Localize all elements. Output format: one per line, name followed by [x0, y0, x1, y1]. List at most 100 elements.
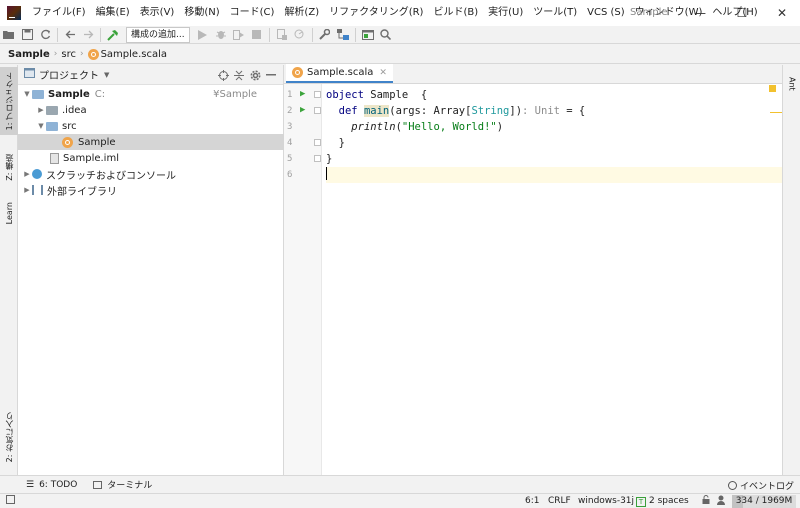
tool-tab-project[interactable]: 1: プロジェクト [0, 67, 18, 135]
memory-indicator[interactable]: 334 / 1969M [732, 495, 796, 508]
tree-item-project-root[interactable]: ▼ Sample C: ¥Sample [18, 86, 284, 102]
tool-tab-favorites[interactable]: 2: お気に入り [0, 405, 18, 469]
tree-item-idea[interactable]: ▶ .idea [18, 102, 284, 118]
menu-vcs[interactable]: VCS (S) [582, 0, 630, 26]
tree-item-label: スクラッチおよびコンソール [46, 170, 176, 182]
menu-run[interactable]: 実行(U) [483, 0, 528, 26]
project-view-title[interactable]: プロジェクト [39, 67, 99, 82]
tool-tab-event-log[interactable]: イベントログ [727, 479, 794, 492]
lock-icon[interactable] [702, 495, 710, 508]
caret-position[interactable]: 6:1 [525, 495, 539, 508]
menu-file[interactable]: ファイル(F) [27, 0, 91, 26]
chevron-right-icon[interactable]: ▶ [22, 170, 32, 178]
breadcrumb-project[interactable]: Sample [8, 49, 50, 60]
forward-arrow-icon[interactable] [79, 26, 97, 44]
search-icon[interactable] [377, 26, 395, 44]
menu-navigate[interactable]: 移動(N) [179, 0, 224, 26]
line-separator[interactable]: CRLF [548, 495, 571, 508]
tool-tab-terminal[interactable]: ターミナル [93, 478, 152, 491]
save-all-icon[interactable] [18, 26, 36, 44]
file-encoding[interactable]: windows-31j [578, 495, 634, 508]
menu-edit[interactable]: 編集(E) [91, 0, 135, 26]
toolbar-separator [57, 27, 58, 42]
back-arrow-icon[interactable] [61, 26, 79, 44]
main-toolbar: 構成の追加... [0, 26, 800, 44]
line-number: 2 [287, 106, 293, 116]
chevron-right-icon: › [79, 49, 84, 59]
chevron-down-icon[interactable]: ▼ [22, 90, 32, 98]
coverage-icon[interactable] [230, 26, 248, 44]
tool-tab-learn[interactable]: Learn [0, 195, 18, 231]
profiler-icon[interactable] [291, 26, 309, 44]
line-number: 6 [287, 170, 293, 180]
project-panel-actions [215, 67, 279, 83]
locate-file-icon[interactable] [215, 67, 231, 83]
menu-tools[interactable]: ツール(T) [528, 0, 582, 26]
tool-tab-todo[interactable]: ☰ 6: TODO [26, 480, 77, 490]
tool-tab-structure[interactable]: Z: 構造 [0, 145, 18, 189]
code-area[interactable]: object Sample { def main(args: Array[Str… [326, 87, 782, 183]
gear-icon[interactable] [247, 67, 263, 83]
tree-item-external-libraries[interactable]: ▶ 外部ライブラリ [18, 182, 284, 198]
library-icon [32, 185, 43, 195]
close-window-button[interactable]: ✕ [762, 0, 800, 26]
inspector-icon[interactable] [716, 495, 726, 508]
fold-marker-icon[interactable] [314, 107, 321, 114]
close-tab-icon[interactable]: ✕ [379, 68, 387, 78]
settings-wrench-icon[interactable] [316, 26, 334, 44]
tool-tab-ant[interactable]: Ant [783, 69, 800, 99]
chevron-down-icon[interactable]: ▼ [104, 71, 109, 79]
tree-item-sample-scala[interactable]: Sample [18, 134, 284, 150]
chevron-down-icon[interactable]: ▼ [36, 122, 46, 130]
right-tool-stripe: Ant [782, 65, 800, 475]
breadcrumb-file[interactable]: Sample.scala [101, 49, 167, 60]
open-folder-icon[interactable] [0, 26, 18, 44]
inspection-status-icon[interactable] [769, 85, 776, 92]
menu-build[interactable]: ビルド(B) [428, 0, 483, 26]
editor-tab-sample-scala[interactable]: Sample.scala ✕ [286, 64, 393, 83]
chevron-right-icon[interactable]: ▶ [22, 186, 32, 194]
run-icon[interactable] [194, 26, 212, 44]
tree-item-sample-iml[interactable]: Sample.iml [18, 150, 284, 166]
run-configuration-select[interactable]: 構成の追加... [126, 26, 190, 43]
sync-icon[interactable] [36, 26, 54, 44]
collapse-all-icon[interactable] [231, 67, 247, 83]
run-gutter-icon[interactable]: ▶ [300, 105, 305, 115]
event-log-icon [727, 481, 737, 490]
tree-item-scratches[interactable]: ▶ スクラッチおよびコンソール [18, 166, 284, 182]
build-hammer-icon[interactable] [104, 26, 122, 44]
minimize-panel-icon[interactable] [263, 67, 279, 83]
terminal-window-icon[interactable] [359, 26, 377, 44]
maximize-button[interactable]: ☐ [722, 0, 762, 26]
code-line-current [326, 167, 782, 183]
breadcrumb: Sample › src › Sample.scala [0, 45, 800, 64]
text-cursor [326, 167, 327, 180]
indent-settings[interactable]: T2 spaces [636, 495, 689, 508]
project-view-icon [24, 68, 35, 81]
gutter-line: 6 [284, 167, 322, 183]
run-gutter-icon[interactable]: ▶ [300, 89, 305, 99]
chevron-right-icon[interactable]: ▶ [36, 106, 46, 114]
menu-analyze[interactable]: 解析(Z) [279, 0, 324, 26]
fold-marker-icon[interactable] [314, 155, 321, 162]
menu-code[interactable]: コード(C) [225, 0, 280, 26]
menu-view[interactable]: 表示(V) [135, 0, 180, 26]
project-structure-icon[interactable] [334, 26, 352, 44]
minimize-button[interactable]: — [680, 0, 720, 26]
debug-icon[interactable] [212, 26, 230, 44]
editor-tab-bar: Sample.scala ✕ [284, 64, 782, 84]
code-line: println("Hello, World!") [351, 121, 504, 133]
editor-gutter: 1 ▶ 2 ▶ 3 4 5 6 [284, 84, 322, 475]
scratches-icon [32, 169, 42, 179]
fold-marker-icon[interactable] [314, 91, 321, 98]
status-layout-icon[interactable] [6, 495, 15, 508]
fold-marker-icon[interactable] [314, 139, 321, 146]
tree-item-label: 外部ライブラリ [47, 186, 117, 198]
attach-profiler-icon[interactable] [273, 26, 291, 44]
tree-item-src[interactable]: ▼ src [18, 118, 284, 134]
gutter-line: 4 [284, 135, 322, 151]
menu-refactor[interactable]: リファクタリング(R) [324, 0, 428, 26]
breadcrumb-src[interactable]: src [61, 49, 76, 60]
stop-icon[interactable] [248, 26, 266, 44]
error-stripe-marker[interactable] [770, 112, 782, 113]
